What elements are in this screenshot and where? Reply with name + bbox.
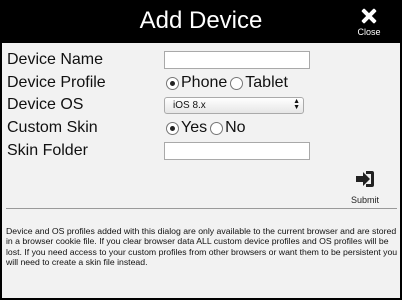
custom-skin-radio-group: Yes No bbox=[164, 117, 246, 139]
dialog-title: Add Device bbox=[139, 7, 263, 34]
updown-chevron-icon[interactable]: ▲ ▼ bbox=[293, 98, 300, 111]
dialog: Add Device Close Device Name Device Prof… bbox=[0, 0, 402, 300]
close-button[interactable]: Close bbox=[354, 6, 384, 38]
device-os-select[interactable]: iOS 8.x ▲ ▼ bbox=[164, 96, 304, 114]
device-name-input[interactable] bbox=[164, 51, 310, 69]
skin-no-label[interactable]: No bbox=[225, 119, 245, 137]
profile-phone-radio[interactable] bbox=[166, 76, 179, 90]
skin-yes-label[interactable]: Yes bbox=[181, 119, 207, 137]
profile-tablet-radio[interactable] bbox=[230, 76, 244, 90]
submit-button[interactable]: Submit bbox=[347, 169, 383, 205]
device-profile-radio-group: Phone Tablet bbox=[164, 72, 288, 94]
divider bbox=[6, 208, 397, 209]
profile-phone-label[interactable]: Phone bbox=[181, 74, 227, 92]
custom-skin-label: Custom Skin bbox=[7, 119, 98, 136]
device-name-label: Device Name bbox=[7, 51, 104, 68]
dialog-body: Device Name Device Profile Phone Tablet … bbox=[2, 43, 400, 298]
device-profile-label: Device Profile bbox=[7, 74, 106, 91]
submit-label[interactable]: Submit bbox=[347, 195, 383, 205]
skin-folder-input[interactable] bbox=[164, 142, 310, 160]
device-os-selected-value[interactable]: iOS 8.x bbox=[173, 100, 206, 111]
close-label[interactable]: Close bbox=[354, 27, 384, 37]
dialog-header: Add Device Close bbox=[0, 0, 402, 43]
profile-storage-note: Device and OS profiles added with this d… bbox=[6, 226, 398, 267]
sign-in-icon[interactable] bbox=[354, 169, 376, 189]
profile-tablet-label[interactable]: Tablet bbox=[245, 74, 288, 92]
skin-no-radio[interactable] bbox=[210, 121, 224, 135]
close-icon[interactable] bbox=[361, 8, 377, 24]
skin-yes-radio[interactable] bbox=[166, 121, 179, 135]
skin-folder-label: Skin Folder bbox=[7, 142, 88, 159]
device-os-label: Device OS bbox=[7, 96, 84, 113]
